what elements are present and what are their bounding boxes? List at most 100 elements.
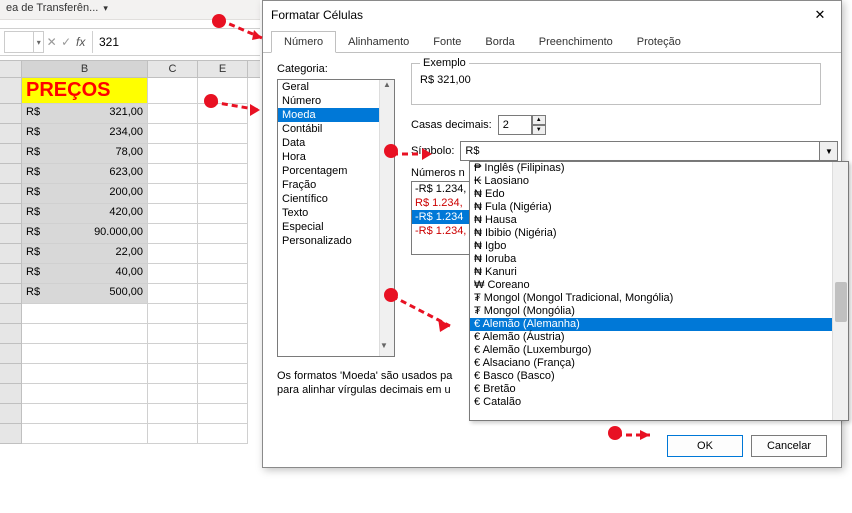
cell[interactable] [198, 164, 248, 184]
category-item[interactable]: Texto [278, 206, 394, 220]
row-header[interactable] [0, 284, 22, 304]
row-header[interactable] [0, 124, 22, 144]
cell[interactable] [198, 304, 248, 324]
cell[interactable] [22, 404, 148, 424]
row-header[interactable] [0, 164, 22, 184]
category-item[interactable]: Personalizado [278, 234, 394, 248]
category-item[interactable]: Data [278, 136, 394, 150]
cell[interactable] [198, 424, 248, 444]
cell[interactable] [198, 404, 248, 424]
scroll-thumb[interactable] [835, 282, 847, 322]
tab-borda[interactable]: Borda [473, 32, 526, 52]
cell[interactable] [198, 384, 248, 404]
cell[interactable] [198, 264, 248, 284]
currency-cell[interactable]: R$420,00 [22, 204, 148, 224]
tab-número[interactable]: Número [271, 31, 336, 53]
symbol-option[interactable]: ₦ Fula (Nigéria) [470, 201, 848, 214]
cell[interactable] [148, 424, 198, 444]
cell[interactable] [22, 344, 148, 364]
symbol-option[interactable]: ₩ Coreano [470, 279, 848, 292]
cell[interactable] [198, 244, 248, 264]
cell[interactable] [148, 124, 198, 144]
name-box[interactable] [4, 31, 34, 53]
cell[interactable] [148, 344, 198, 364]
tab-fonte[interactable]: Fonte [421, 32, 473, 52]
col-header-e[interactable]: E [198, 61, 248, 77]
cell[interactable] [148, 244, 198, 264]
symbol-option[interactable]: ₦ Igbo [470, 240, 848, 253]
symbol-option[interactable]: ₦ Kanuri [470, 266, 848, 279]
category-item[interactable]: Contábil [278, 122, 394, 136]
cell[interactable] [148, 164, 198, 184]
cancel-formula-icon[interactable]: ✕ [44, 35, 59, 49]
row-header[interactable] [0, 424, 22, 444]
row-header[interactable] [0, 364, 22, 384]
category-item[interactable]: Científico [278, 192, 394, 206]
cell[interactable] [198, 124, 248, 144]
currency-cell[interactable]: R$500,00 [22, 284, 148, 304]
cell[interactable] [198, 364, 248, 384]
symbol-option[interactable]: ₭ Laosiano [470, 175, 848, 188]
cancel-button[interactable]: Cancelar [751, 435, 827, 457]
row-header[interactable] [0, 224, 22, 244]
cell[interactable] [148, 264, 198, 284]
row-header[interactable] [0, 264, 22, 284]
symbol-option[interactable]: ₦ Ioruba [470, 253, 848, 266]
row-header[interactable] [0, 78, 22, 104]
cell[interactable] [148, 324, 198, 344]
chevron-down-icon[interactable]: ▼ [819, 142, 837, 160]
col-header-b[interactable]: B [22, 61, 148, 77]
symbol-option[interactable]: ₮ Mongol (Mongólia) [470, 305, 848, 318]
row-header[interactable] [0, 184, 22, 204]
cell[interactable] [148, 404, 198, 424]
neg-format-item[interactable]: -R$ 1.234, [412, 182, 470, 196]
accept-formula-icon[interactable]: ✓ [59, 35, 74, 49]
title-cell[interactable]: PREÇOS [22, 78, 148, 104]
cell[interactable] [198, 324, 248, 344]
category-item[interactable]: Fração [278, 178, 394, 192]
cell[interactable] [198, 204, 248, 224]
neg-format-item[interactable]: R$ 1.234, [412, 196, 470, 210]
row-header[interactable] [0, 384, 22, 404]
symbol-option[interactable]: € Alemão (Áustria) [470, 331, 848, 344]
currency-cell[interactable]: R$321,00 [22, 104, 148, 124]
scrollbar[interactable] [832, 162, 848, 420]
row-header[interactable] [0, 104, 22, 124]
category-item[interactable]: Moeda [278, 108, 394, 122]
name-box-dropdown[interactable]: ▾ [34, 31, 44, 53]
symbol-option[interactable]: ₦ Hausa [470, 214, 848, 227]
cell[interactable] [148, 224, 198, 244]
cell[interactable] [148, 184, 198, 204]
row-header[interactable] [0, 324, 22, 344]
neg-format-item[interactable]: -R$ 1.234 [412, 210, 470, 224]
tab-preenchimento[interactable]: Preenchimento [527, 32, 625, 52]
symbol-option[interactable]: ₮ Mongol (Mongol Tradicional, Mongólia) [470, 292, 848, 305]
symbol-option[interactable]: ₦ Ibibio (Nigéria) [470, 227, 848, 240]
row-header[interactable] [0, 144, 22, 164]
cell[interactable] [148, 78, 198, 104]
col-header-c[interactable]: C [148, 61, 198, 77]
cell[interactable] [148, 104, 198, 124]
symbol-select[interactable]: R$ ▼ [460, 141, 838, 161]
cell[interactable] [22, 364, 148, 384]
cell[interactable] [148, 384, 198, 404]
negative-numbers-list[interactable]: -R$ 1.234,R$ 1.234,-R$ 1.234-R$ 1.234, [411, 181, 471, 255]
currency-cell[interactable]: R$78,00 [22, 144, 148, 164]
cell[interactable] [148, 284, 198, 304]
row-header[interactable] [0, 344, 22, 364]
decimals-input[interactable] [498, 115, 532, 135]
tab-proteção[interactable]: Proteção [625, 32, 693, 52]
spin-up-icon[interactable]: ▲ [532, 115, 546, 125]
row-header[interactable] [0, 404, 22, 424]
currency-cell[interactable]: R$22,00 [22, 244, 148, 264]
category-item[interactable]: Especial [278, 220, 394, 234]
tab-alinhamento[interactable]: Alinhamento [336, 32, 421, 52]
cell[interactable] [198, 184, 248, 204]
symbol-option[interactable]: € Alemão (Luxemburgo) [470, 344, 848, 357]
category-item[interactable]: Hora [278, 150, 394, 164]
fx-icon[interactable]: fx [73, 35, 88, 49]
cell[interactable] [148, 144, 198, 164]
row-header[interactable] [0, 304, 22, 324]
symbol-option[interactable]: € Alemão (Alemanha) [470, 318, 848, 331]
cell[interactable] [22, 384, 148, 404]
